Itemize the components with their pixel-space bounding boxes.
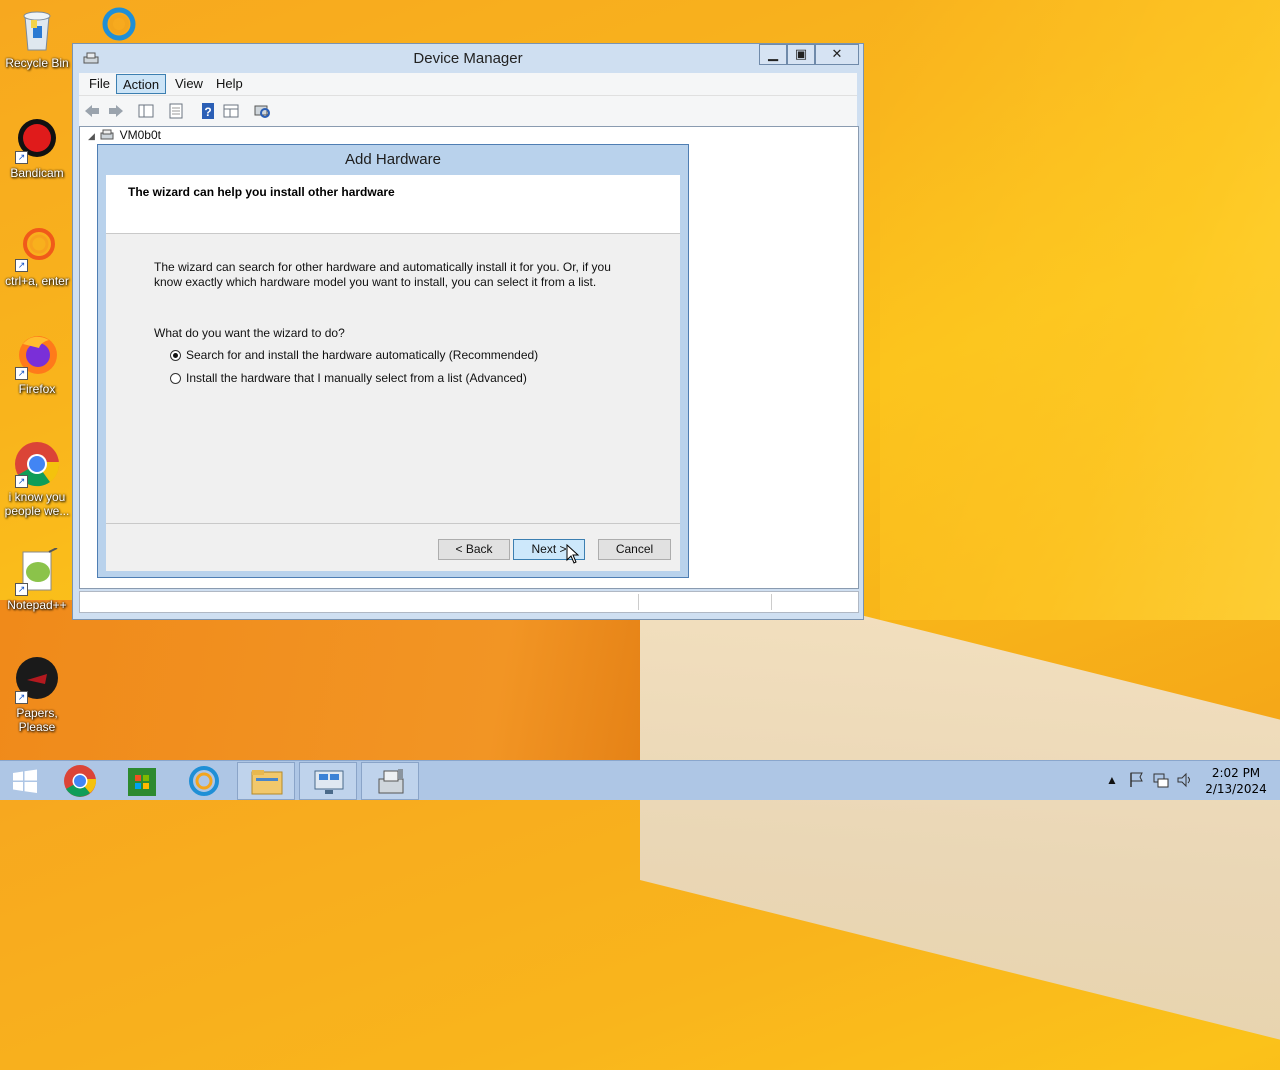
- radio-button-checked[interactable]: [170, 350, 181, 361]
- taskbar-store[interactable]: [113, 762, 171, 800]
- clock-date: 2/13/2024: [1205, 782, 1267, 796]
- cancel-button[interactable]: Cancel: [598, 539, 671, 560]
- menu-view[interactable]: View: [169, 74, 209, 94]
- shortcut-arrow-icon: ↗: [15, 691, 28, 704]
- option-manual-select[interactable]: Install the hardware that I manually sel…: [170, 370, 527, 386]
- desktop-icon-bandicam[interactable]: ↗ Bandicam: [2, 116, 72, 180]
- taskbar-device-manager[interactable]: [361, 762, 419, 800]
- add-hardware-dialog: Add Hardware The wizard can help you ins…: [97, 144, 689, 578]
- properties-icon[interactable]: [167, 102, 185, 120]
- wizard-heading: The wizard can help you install other ha…: [128, 185, 395, 199]
- menu-bar: File Action View Help: [79, 73, 857, 95]
- dialog-body: The wizard can help you install other ha…: [106, 175, 680, 571]
- wallpaper-highlight: [880, 0, 1280, 620]
- bandicam-icon: ↗: [13, 116, 61, 164]
- desktop-icon-notepadpp[interactable]: ↗ Notepad++: [2, 547, 72, 612]
- close-button[interactable]: ✕: [815, 44, 859, 65]
- status-bar: [79, 591, 859, 613]
- dialog-divider: [106, 523, 680, 524]
- tree-root-item[interactable]: ◢ VM0b0t: [88, 128, 161, 142]
- taskbar: ▲ 2:02 PM 2/13/2024: [0, 760, 1280, 800]
- taskbar-remote-desktop[interactable]: [299, 762, 357, 800]
- desktop-icon-papers-please[interactable]: ↗ Papers, Please: [2, 656, 72, 734]
- shortcut-arrow-icon: ↗: [15, 475, 28, 488]
- help-icon[interactable]: ?: [199, 102, 217, 120]
- window-title: Device Manager: [413, 50, 523, 67]
- notepadpp-icon: ↗: [13, 547, 61, 596]
- clock[interactable]: 2:02 PM 2/13/2024: [1196, 765, 1276, 797]
- maximize-button[interactable]: ▣: [787, 44, 815, 65]
- toolbar: ?: [79, 95, 857, 126]
- store-icon: [128, 768, 156, 796]
- menu-file[interactable]: File: [83, 74, 116, 94]
- forward-arrow-icon[interactable]: [107, 102, 125, 120]
- option-search-automatically[interactable]: Search for and install the hardware auto…: [170, 347, 538, 363]
- mouse-cursor-icon: [566, 543, 580, 567]
- start-icon: [13, 769, 37, 793]
- title-bar[interactable]: Device Manager ▁ ▣ ✕: [73, 44, 863, 72]
- wallpaper-light-band: [640, 560, 1280, 1070]
- back-arrow-icon[interactable]: [83, 102, 101, 120]
- volume-icon[interactable]: [1176, 771, 1194, 811]
- desktop-icon-firefox[interactable]: ↗ Firefox: [2, 332, 72, 396]
- remote-desktop-icon: [314, 770, 344, 794]
- status-divider: [638, 594, 639, 610]
- collapse-arrow-icon[interactable]: ◢: [88, 131, 95, 141]
- minimize-button[interactable]: ▁: [759, 44, 787, 65]
- desktop-icon-ctrl-a-enter[interactable]: ↗ ctrl+a, enter: [2, 224, 72, 288]
- shortcut-arrow-icon: ↗: [15, 583, 28, 596]
- taskbar-file-explorer[interactable]: [237, 762, 295, 800]
- shortcut-arrow-icon: ↗: [15, 367, 28, 380]
- papers-please-icon: ↗: [13, 656, 61, 704]
- menu-help[interactable]: Help: [210, 74, 249, 94]
- wizard-question: What do you want the wizard to do?: [154, 326, 345, 340]
- status-divider: [771, 594, 772, 610]
- chrome-icon: ↗: [13, 440, 61, 488]
- chrome-icon: [64, 765, 97, 797]
- search-ring-icon: ↗: [13, 224, 61, 272]
- search-ring-icon: [189, 766, 219, 796]
- desktop-icon-recycle-bin[interactable]: Recycle Bin: [2, 6, 72, 70]
- taskbar-chrome[interactable]: [51, 762, 109, 800]
- firefox-icon: ↗: [13, 332, 61, 380]
- svg-text:?: ?: [204, 105, 211, 119]
- computer-icon: [100, 129, 114, 140]
- dialog-title: Add Hardware: [345, 151, 441, 168]
- recycle-bin-icon: [13, 6, 61, 54]
- taskbar-search-app[interactable]: [175, 762, 233, 800]
- wizard-intro-line-2: know exactly which hardware model you wa…: [154, 275, 597, 289]
- file-explorer-icon: [251, 770, 283, 795]
- radio-button[interactable]: [170, 373, 181, 384]
- shortcut-arrow-icon: ↗: [15, 259, 28, 272]
- wizard-header: The wizard can help you install other ha…: [106, 175, 680, 234]
- network-icon[interactable]: [1152, 771, 1170, 811]
- shortcut-arrow-icon: ↗: [15, 151, 28, 164]
- clock-time: 2:02 PM: [1211, 766, 1261, 780]
- scan-hardware-icon[interactable]: [253, 102, 271, 120]
- show-hide-tree-icon[interactable]: [137, 102, 155, 120]
- menu-action[interactable]: Action: [116, 74, 167, 94]
- show-hidden-icons-icon[interactable]: ▲: [1106, 773, 1118, 813]
- wizard-intro-line-1: The wizard can search for other hardware…: [154, 260, 611, 274]
- tree-root-label: VM0b0t: [119, 128, 161, 142]
- details-pane-icon[interactable]: [222, 102, 240, 120]
- start-button[interactable]: [0, 762, 50, 800]
- desktop-icon-chrome[interactable]: ↗ i know you people we...: [2, 440, 72, 518]
- device-manager-icon: [378, 769, 404, 794]
- back-button[interactable]: < Back: [438, 539, 510, 560]
- action-center-flag-icon[interactable]: [1128, 771, 1146, 811]
